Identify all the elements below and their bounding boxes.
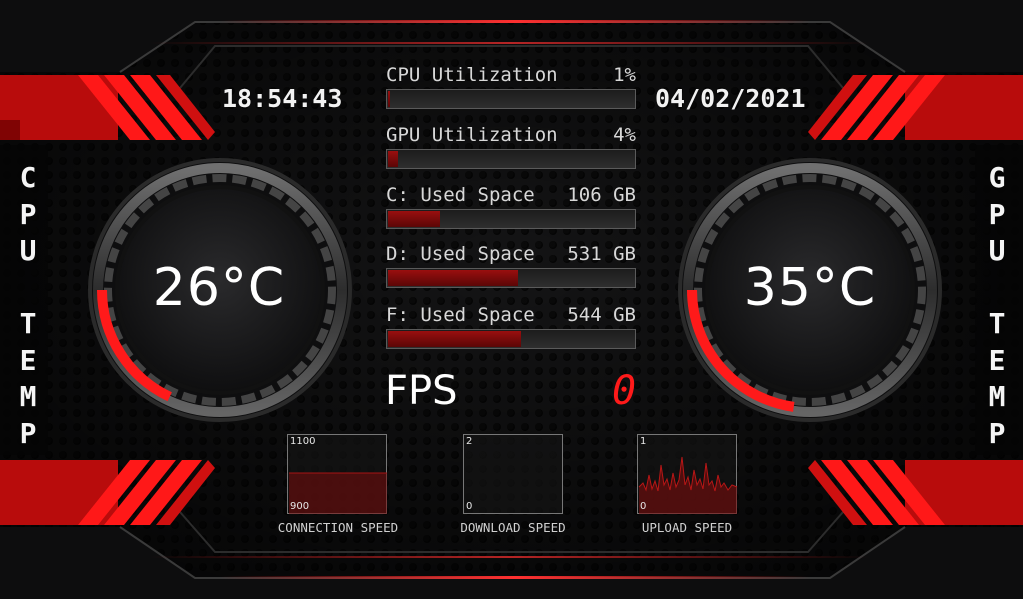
metric-bar-fill [388, 211, 440, 227]
f-drive-space-meter: F: Used Space 544 GB [386, 304, 636, 349]
metric-label: CPU Utilization [386, 64, 558, 86]
fps-value: 0 [612, 368, 637, 414]
d-drive-space-meter: D: Used Space 531 GB [386, 243, 636, 288]
cpu-utilization-meter: CPU Utilization 1% [386, 64, 636, 109]
download-speed-caption: DOWNLOAD SPEED [460, 520, 566, 535]
metric-value: 531 GB [567, 243, 636, 265]
metric-label: GPU Utilization [386, 124, 558, 146]
metric-bar [386, 329, 636, 349]
gpu-temp-value: 35°C [743, 258, 877, 318]
side-label-char: T [988, 307, 1006, 340]
side-label-char: U [988, 234, 1006, 267]
metric-value: 544 GB [567, 304, 636, 326]
side-label-char: U [19, 234, 37, 267]
side-label-char: C [19, 161, 37, 194]
connection-speed-graph: 1100 900 [287, 434, 387, 514]
graph-max-label: 1100 [290, 436, 316, 447]
metric-label: D: Used Space [386, 243, 535, 265]
side-label-char: M [19, 380, 37, 413]
metric-bar-fill [388, 270, 519, 286]
gpu-temp-side-label: G P U T E M P [977, 160, 1017, 452]
side-label-char: T [19, 307, 37, 340]
side-label-char [977, 270, 1017, 307]
connection-speed-caption: CONNECTION SPEED [277, 520, 399, 535]
graph-min-label: 900 [290, 501, 310, 512]
side-label-char: E [988, 343, 1006, 377]
upload-speed-plot [638, 456, 738, 514]
download-speed-graph: 2 0 [463, 434, 563, 514]
side-label-char: E [19, 343, 37, 377]
clock-time: 18:54:43 [222, 84, 343, 113]
metric-bar-fill [388, 331, 521, 347]
clock-date: 04/02/2021 [655, 84, 806, 113]
c-drive-space-meter: C: Used Space 106 GB [386, 184, 636, 229]
side-label-char [8, 270, 48, 307]
side-label-char: P [988, 197, 1006, 231]
metric-value: 106 GB [567, 184, 636, 206]
graph-min-label: 0 [466, 501, 473, 512]
side-label-char: M [988, 380, 1006, 413]
side-label-char: P [988, 416, 1006, 450]
upload-speed-caption: UPLOAD SPEED [641, 520, 733, 535]
metric-bar [386, 209, 636, 229]
metric-bar [386, 149, 636, 169]
graph-max-label: 2 [466, 436, 473, 447]
metric-label: C: Used Space [386, 184, 535, 206]
graph-min-label: 0 [640, 501, 647, 512]
metric-bar [386, 268, 636, 288]
side-label-char: G [988, 161, 1006, 194]
gpu-utilization-meter: GPU Utilization 4% [386, 124, 636, 169]
metric-bar-fill [388, 151, 398, 167]
metric-bar [386, 89, 636, 109]
metric-label: F: Used Space [386, 304, 535, 326]
side-label-char: P [19, 197, 37, 231]
fps-label: FPS [385, 368, 458, 414]
metric-value: 1% [613, 64, 636, 86]
metric-bar-fill [388, 91, 391, 107]
side-label-char: P [19, 416, 37, 450]
graph-max-label: 1 [640, 436, 647, 447]
upload-speed-graph: 1 0 [637, 434, 738, 514]
metric-value: 4% [613, 124, 636, 146]
cpu-temp-value: 26°C [152, 258, 286, 318]
cpu-temp-side-label: C P U T E M P [8, 160, 48, 452]
